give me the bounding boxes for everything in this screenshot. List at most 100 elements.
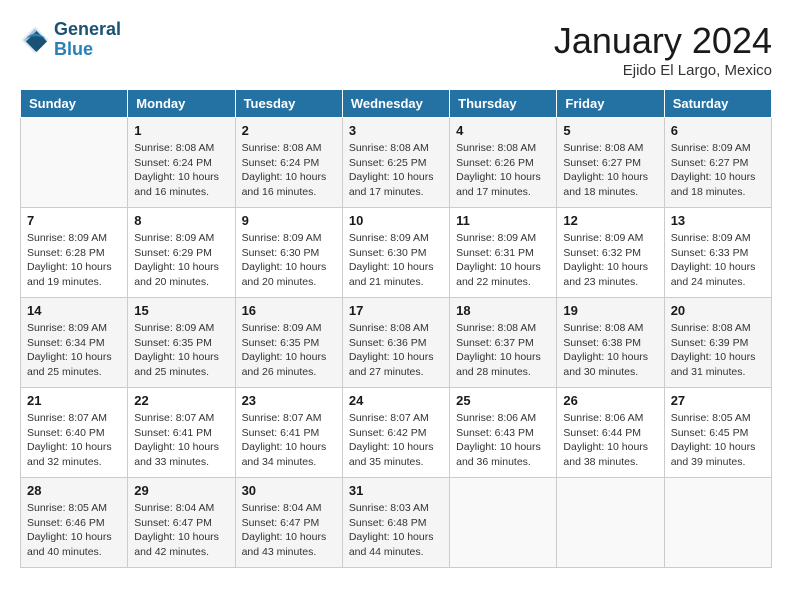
calendar-week-5: 28Sunrise: 8:05 AMSunset: 6:46 PMDayligh… xyxy=(21,478,772,568)
header-friday: Friday xyxy=(557,90,664,118)
page-header: General Blue January 2024 Ejido El Largo… xyxy=(20,20,772,79)
calendar-cell: 30 Sunrise: 8:04 AMSunset: 6:47 PMDayligh… xyxy=(235,478,342,568)
day-info: Sunrise: 8:07 AMSunset: 6:42 PMDaylight:… xyxy=(349,411,443,470)
day-info: Sunrise: 8:08 AMSunset: 6:36 PMDaylight:… xyxy=(349,321,443,380)
day-info: Sunrise: 8:09 AMSunset: 6:27 PMDaylight:… xyxy=(671,141,765,200)
header-tuesday: Tuesday xyxy=(235,90,342,118)
day-number: 23 xyxy=(242,393,336,408)
calendar-cell: 12 Sunrise: 8:09 AMSunset: 6:32 PMDayligh… xyxy=(557,208,664,298)
calendar-cell: 19 Sunrise: 8:08 AMSunset: 6:38 PMDayligh… xyxy=(557,298,664,388)
header-sunday: Sunday xyxy=(21,90,128,118)
calendar-cell: 5Sunrise: 8:08 AMSunset: 6:27 PMDaylight… xyxy=(557,118,664,208)
day-info: Sunrise: 8:08 AMSunset: 6:26 PMDaylight:… xyxy=(456,141,550,200)
day-number: 21 xyxy=(27,393,121,408)
day-number: 17 xyxy=(349,303,443,318)
day-info: Sunrise: 8:09 AMSunset: 6:29 PMDaylight:… xyxy=(134,231,228,290)
day-number: 12 xyxy=(563,213,657,228)
day-info: Sunrise: 8:08 AMSunset: 6:24 PMDaylight:… xyxy=(242,141,336,200)
calendar-cell: 14Sunrise: 8:09 AMSunset: 6:34 PMDayligh… xyxy=(21,298,128,388)
calendar-cell xyxy=(557,478,664,568)
day-number: 27 xyxy=(671,393,765,408)
calendar-cell xyxy=(664,478,771,568)
calendar-cell: 20 Sunrise: 8:08 AMSunset: 6:39 PMDayligh… xyxy=(664,298,771,388)
calendar-cell: 1Sunrise: 8:08 AMSunset: 6:24 PMDaylight… xyxy=(128,118,235,208)
calendar-cell: 25 Sunrise: 8:06 AMSunset: 6:43 PMDayligh… xyxy=(450,388,557,478)
day-number: 16 xyxy=(242,303,336,318)
calendar-cell: 28Sunrise: 8:05 AMSunset: 6:46 PMDayligh… xyxy=(21,478,128,568)
calendar-cell: 11 Sunrise: 8:09 AMSunset: 6:31 PMDayligh… xyxy=(450,208,557,298)
calendar-cell: 9Sunrise: 8:09 AMSunset: 6:30 PMDaylight… xyxy=(235,208,342,298)
calendar-cell: 17 Sunrise: 8:08 AMSunset: 6:36 PMDayligh… xyxy=(342,298,449,388)
calendar-cell xyxy=(21,118,128,208)
calendar-cell: 24 Sunrise: 8:07 AMSunset: 6:42 PMDayligh… xyxy=(342,388,449,478)
calendar-header-row: SundayMondayTuesdayWednesdayThursdayFrid… xyxy=(21,90,772,118)
day-info: Sunrise: 8:06 AMSunset: 6:44 PMDaylight:… xyxy=(563,411,657,470)
calendar-cell: 7 Sunrise: 8:09 AMSunset: 6:28 PMDaylight… xyxy=(21,208,128,298)
title-block: January 2024 Ejido El Largo, Mexico xyxy=(554,20,772,79)
day-info: Sunrise: 8:08 AMSunset: 6:27 PMDaylight:… xyxy=(563,141,657,200)
day-number: 11 xyxy=(456,213,550,228)
day-info: Sunrise: 8:07 AMSunset: 6:41 PMDaylight:… xyxy=(134,411,228,470)
calendar-cell: 16 Sunrise: 8:09 AMSunset: 6:35 PMDayligh… xyxy=(235,298,342,388)
day-number: 25 xyxy=(456,393,550,408)
day-number: 7 xyxy=(27,213,121,228)
day-number: 13 xyxy=(671,213,765,228)
day-info: Sunrise: 8:08 AMSunset: 6:24 PMDaylight:… xyxy=(134,141,228,200)
calendar-cell: 2 Sunrise: 8:08 AMSunset: 6:24 PMDaylight… xyxy=(235,118,342,208)
calendar-cell: 29 Sunrise: 8:04 AMSunset: 6:47 PMDayligh… xyxy=(128,478,235,568)
day-number: 19 xyxy=(563,303,657,318)
calendar-cell: 6 Sunrise: 8:09 AMSunset: 6:27 PMDaylight… xyxy=(664,118,771,208)
calendar-cell: 27 Sunrise: 8:05 AMSunset: 6:45 PMDayligh… xyxy=(664,388,771,478)
day-info: Sunrise: 8:07 AMSunset: 6:40 PMDaylight:… xyxy=(27,411,121,470)
day-info: Sunrise: 8:03 AMSunset: 6:48 PMDaylight:… xyxy=(349,501,443,560)
day-info: Sunrise: 8:09 AMSunset: 6:32 PMDaylight:… xyxy=(563,231,657,290)
day-number: 20 xyxy=(671,303,765,318)
day-info: Sunrise: 8:08 AMSunset: 6:39 PMDaylight:… xyxy=(671,321,765,380)
day-info: Sunrise: 8:09 AMSunset: 6:30 PMDaylight:… xyxy=(242,231,336,290)
day-number: 3 xyxy=(349,123,443,138)
day-info: Sunrise: 8:05 AMSunset: 6:45 PMDaylight:… xyxy=(671,411,765,470)
day-info: Sunrise: 8:08 AMSunset: 6:38 PMDaylight:… xyxy=(563,321,657,380)
day-info: Sunrise: 8:04 AMSunset: 6:47 PMDaylight:… xyxy=(134,501,228,560)
day-info: Sunrise: 8:06 AMSunset: 6:43 PMDaylight:… xyxy=(456,411,550,470)
day-number: 26 xyxy=(563,393,657,408)
day-number: 31 xyxy=(349,483,443,498)
day-info: Sunrise: 8:09 AMSunset: 6:34 PMDaylight:… xyxy=(27,321,121,380)
calendar-cell: 10 Sunrise: 8:09 AMSunset: 6:30 PMDayligh… xyxy=(342,208,449,298)
day-number: 2 xyxy=(242,123,336,138)
day-number: 4 xyxy=(456,123,550,138)
calendar-cell: 8 Sunrise: 8:09 AMSunset: 6:29 PMDaylight… xyxy=(128,208,235,298)
day-info: Sunrise: 8:09 AMSunset: 6:31 PMDaylight:… xyxy=(456,231,550,290)
day-number: 10 xyxy=(349,213,443,228)
calendar-week-4: 21 Sunrise: 8:07 AMSunset: 6:40 PMDayligh… xyxy=(21,388,772,478)
logo: General Blue xyxy=(20,20,121,60)
location: Ejido El Largo, Mexico xyxy=(554,62,772,79)
day-info: Sunrise: 8:09 AMSunset: 6:28 PMDaylight:… xyxy=(27,231,121,290)
day-number: 22 xyxy=(134,393,228,408)
calendar-cell: 22 Sunrise: 8:07 AMSunset: 6:41 PMDayligh… xyxy=(128,388,235,478)
day-info: Sunrise: 8:04 AMSunset: 6:47 PMDaylight:… xyxy=(242,501,336,560)
day-number: 24 xyxy=(349,393,443,408)
calendar-cell: 4 Sunrise: 8:08 AMSunset: 6:26 PMDaylight… xyxy=(450,118,557,208)
day-number: 30 xyxy=(242,483,336,498)
day-info: Sunrise: 8:08 AMSunset: 6:37 PMDaylight:… xyxy=(456,321,550,380)
day-number: 6 xyxy=(671,123,765,138)
day-number: 29 xyxy=(134,483,228,498)
calendar-cell: 18Sunrise: 8:08 AMSunset: 6:37 PMDayligh… xyxy=(450,298,557,388)
header-saturday: Saturday xyxy=(664,90,771,118)
logo-icon xyxy=(20,25,50,55)
calendar-week-3: 14Sunrise: 8:09 AMSunset: 6:34 PMDayligh… xyxy=(21,298,772,388)
day-info: Sunrise: 8:09 AMSunset: 6:30 PMDaylight:… xyxy=(349,231,443,290)
month-title: January 2024 xyxy=(554,20,772,62)
header-thursday: Thursday xyxy=(450,90,557,118)
day-info: Sunrise: 8:09 AMSunset: 6:35 PMDaylight:… xyxy=(242,321,336,380)
header-wednesday: Wednesday xyxy=(342,90,449,118)
calendar-week-2: 7 Sunrise: 8:09 AMSunset: 6:28 PMDaylight… xyxy=(21,208,772,298)
calendar-week-1: 1Sunrise: 8:08 AMSunset: 6:24 PMDaylight… xyxy=(21,118,772,208)
day-number: 8 xyxy=(134,213,228,228)
day-info: Sunrise: 8:09 AMSunset: 6:35 PMDaylight:… xyxy=(134,321,228,380)
day-info: Sunrise: 8:08 AMSunset: 6:25 PMDaylight:… xyxy=(349,141,443,200)
calendar-cell: 23Sunrise: 8:07 AMSunset: 6:41 PMDayligh… xyxy=(235,388,342,478)
calendar-cell: 21 Sunrise: 8:07 AMSunset: 6:40 PMDayligh… xyxy=(21,388,128,478)
calendar-cell: 13Sunrise: 8:09 AMSunset: 6:33 PMDayligh… xyxy=(664,208,771,298)
